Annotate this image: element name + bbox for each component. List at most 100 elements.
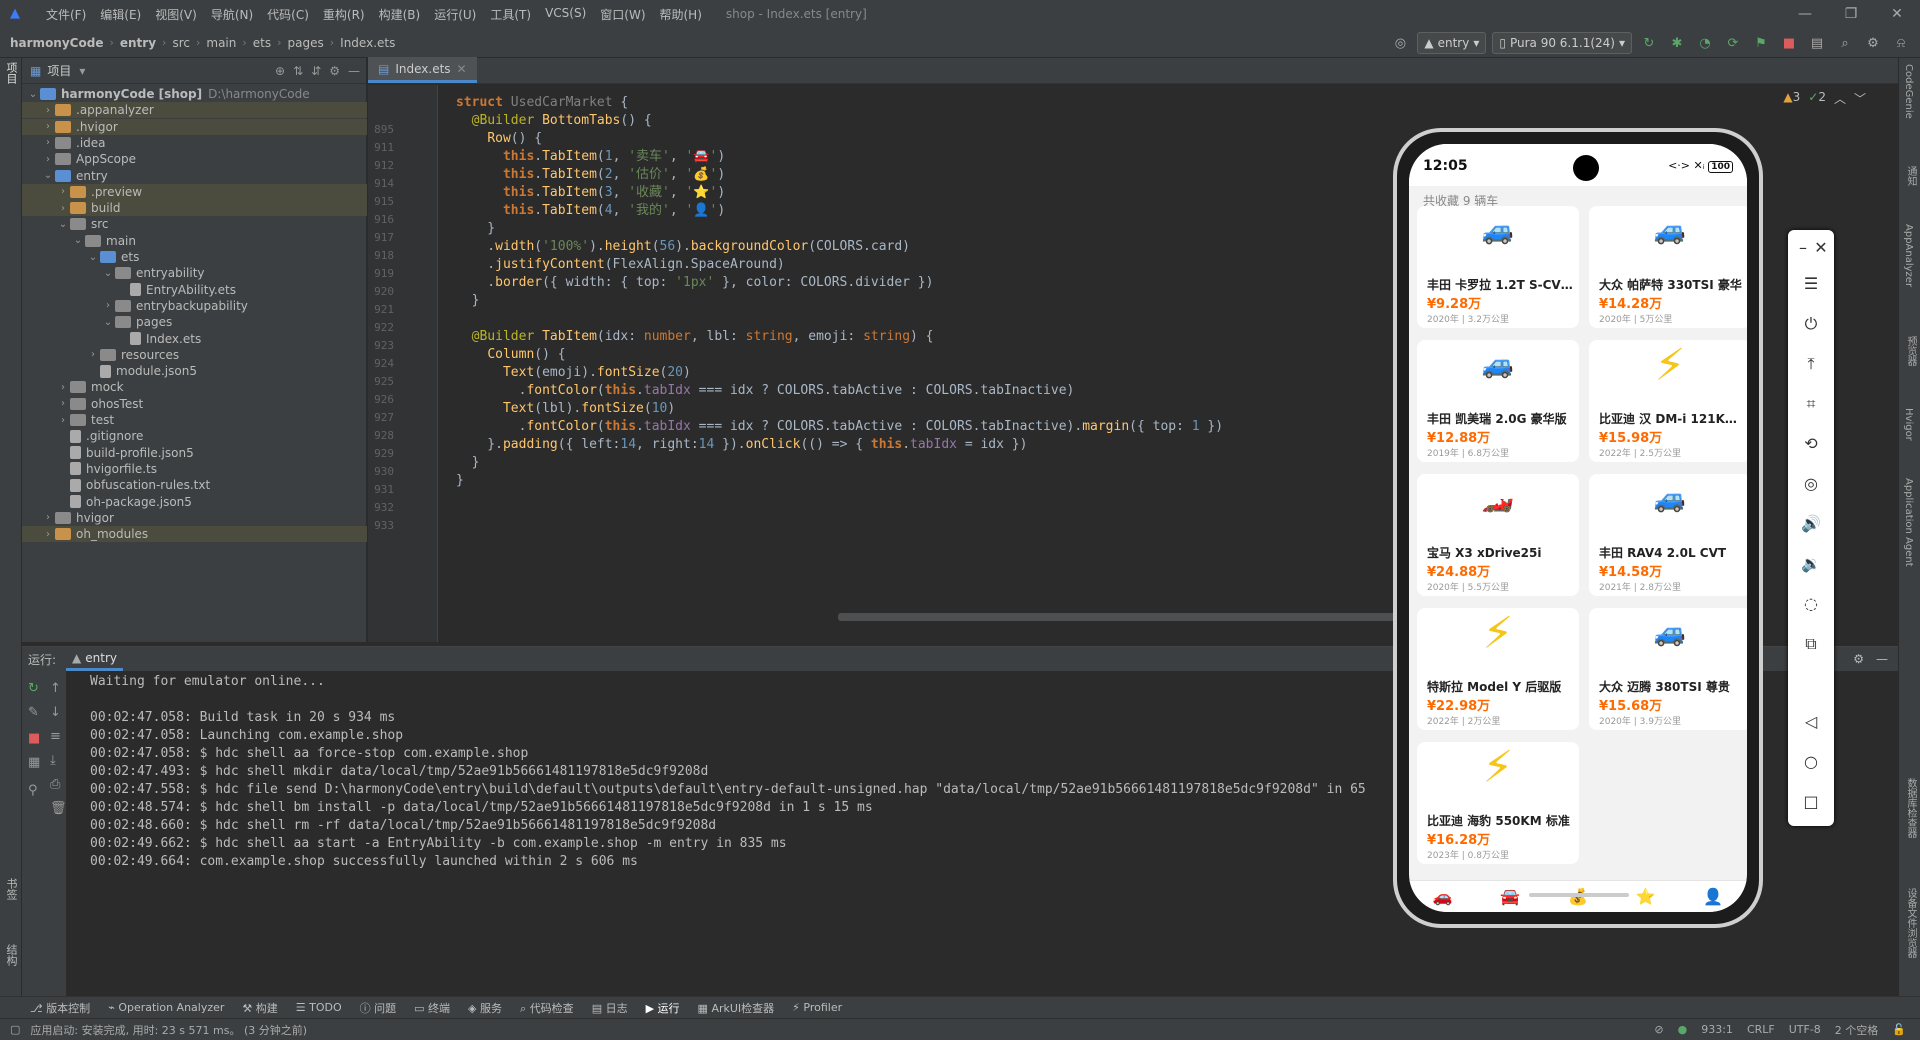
tree-item[interactable]: › hvigor — [22, 510, 367, 526]
inspection-widget[interactable]: ▲3 ✓2 ︿ ﹀ — [1783, 90, 1866, 107]
bottom-tab-code-check[interactable]: ⌕ 代码检查 — [520, 1000, 574, 1016]
module-selector[interactable]: ▲ entry ▾ — [1417, 32, 1487, 54]
rerun-icon[interactable]: ↻ — [1638, 32, 1660, 54]
target-icon[interactable]: ◎ — [1389, 32, 1411, 54]
chevron-down-icon[interactable]: ⌄ — [101, 317, 115, 328]
top-icon[interactable]: ⤒ — [1788, 354, 1834, 374]
status-panel-icon[interactable]: ▢ — [10, 1023, 20, 1036]
chevron-right-icon[interactable]: › — [41, 529, 55, 540]
tree-item[interactable]: › .hvigor — [22, 118, 367, 135]
layout-icon[interactable]: ▦ — [28, 755, 40, 770]
menu-item[interactable]: 工具(T) — [490, 6, 531, 23]
car-card[interactable]: ⚡ 比亚迪 海豹 550KM 标准 ¥16.28万 2023年 | 0.8万公里 — [1417, 742, 1579, 864]
bottom-tab-services[interactable]: ◈ 服务 — [468, 1000, 502, 1016]
rerun-icon[interactable]: ↻ — [28, 681, 39, 696]
tree-item[interactable]: › .preview — [22, 183, 367, 200]
close-icon[interactable]: ✕ — [1798, 238, 1844, 257]
trash-icon[interactable]: 🗑 — [50, 801, 67, 816]
tree-item[interactable]: module.json5 — [22, 363, 367, 379]
chevron-up-icon[interactable]: ︿ — [1834, 90, 1846, 107]
chevron-down-icon[interactable]: ⌄ — [86, 252, 100, 263]
breadcrumb-item[interactable]: Index.ets — [340, 36, 395, 50]
chevron-right-icon[interactable]: › — [56, 415, 70, 426]
bottom-tab-todo[interactable]: ☰ TODO — [296, 1001, 342, 1014]
menu-item[interactable]: VCS(S) — [545, 6, 586, 23]
car-card[interactable]: 🚙 大众 帕萨特 330TSI 豪华 ¥14.28万 2020年 | 5万公里 — [1589, 206, 1747, 328]
screenshot-icon[interactable]: ◎ — [1788, 474, 1834, 493]
account-icon[interactable]: ⍾ — [1890, 32, 1912, 54]
code-line[interactable]: this.TabItem(3, '收藏', '⭐') — [456, 184, 725, 202]
menu-item[interactable]: 代码(C) — [267, 6, 309, 23]
chevron-right-icon[interactable]: › — [41, 121, 55, 132]
weak-warning-count[interactable]: ✓2 — [1808, 90, 1826, 107]
menu-item[interactable]: 帮助(H) — [660, 6, 702, 23]
multi-screen-icon[interactable]: ⧉ — [1788, 634, 1834, 654]
tree-item[interactable]: obfuscation-rules.txt — [22, 477, 367, 493]
bottom-tab-log[interactable]: ▤ 日志 — [592, 1000, 628, 1016]
chevron-down-icon[interactable]: ⌄ — [56, 219, 70, 230]
tree-item[interactable]: › .idea — [22, 135, 367, 151]
line-separator[interactable]: CRLF — [1747, 1023, 1775, 1036]
phone-tab-icon[interactable]: 👤 — [1703, 887, 1723, 906]
warning-count[interactable]: ▲3 — [1783, 90, 1800, 107]
tree-item[interactable]: › .appanalyzer — [22, 102, 367, 119]
power-icon[interactable]: ⏻ — [1788, 314, 1834, 334]
file-encoding[interactable]: UTF-8 — [1789, 1023, 1821, 1036]
menu-item[interactable]: 编辑(E) — [100, 6, 141, 23]
tree-item[interactable]: hvigorfile.ts — [22, 461, 367, 477]
menu-item[interactable]: 窗口(W) — [600, 6, 645, 23]
bottom-tab-arkui-inspector[interactable]: ▦ ArkUI检查器 — [698, 1000, 775, 1016]
code-line[interactable]: struct UsedCarMarket { — [456, 94, 628, 112]
tree-item[interactable]: › test — [22, 412, 367, 428]
code-line[interactable]: }.padding({ left:14, right:14 }).onClick… — [456, 436, 1027, 454]
tree-item[interactable]: › entrybackupability — [22, 298, 367, 314]
wrench-icon[interactable]: ✎ — [28, 705, 39, 720]
emulator-screen[interactable]: 12:05 <·> ✕ᵢ 100 共收藏 9 辆车 🚙 丰田 卡罗拉 1.2T S… — [1409, 144, 1747, 912]
chevron-right-icon[interactable]: › — [56, 382, 70, 393]
breadcrumb-item[interactable]: harmonyCode — [10, 36, 103, 50]
previewer-tool-tab[interactable]: 预览器 — [1903, 336, 1918, 366]
breadcrumb-item[interactable]: src — [172, 36, 190, 50]
scroll-down-icon[interactable]: ↓ — [50, 705, 61, 720]
code-line[interactable]: .fontColor(this.tabIdx === idx ? COLORS.… — [456, 418, 1223, 436]
scroll-up-icon[interactable]: ↑ — [50, 681, 61, 696]
chevron-down-icon[interactable]: ﹀ — [1854, 90, 1866, 107]
tree-item[interactable]: ⌄ entryability — [22, 265, 367, 281]
minimize-window-icon[interactable]: — — [1782, 0, 1828, 28]
chevron-right-icon[interactable]: › — [41, 105, 55, 116]
code-line[interactable]: Text(emoji).fontSize(20) — [456, 364, 691, 382]
locate-icon[interactable]: ⊕ — [275, 64, 285, 78]
device-manager-icon[interactable]: ▤ — [1806, 32, 1828, 54]
device-file-browser-tool-tab[interactable]: 设备文件浏览器 — [1903, 888, 1918, 958]
volume-up-icon[interactable]: 🔊 — [1788, 514, 1834, 533]
bottom-tab-problems[interactable]: ⓘ 问题 — [360, 1000, 397, 1016]
hvigor-tool-tab[interactable]: Hvigor — [1903, 408, 1914, 441]
car-card[interactable]: 🚙 大众 迈腾 380TSI 尊贵 ¥15.68万 2020年 | 3.9万公里 — [1589, 608, 1747, 730]
pin-icon[interactable]: ⚲ — [28, 783, 38, 798]
editor-tab-index[interactable]: ▤ Index.ets ✕ — [368, 57, 477, 83]
shake-icon[interactable]: ◌ — [1788, 594, 1834, 613]
code-line[interactable]: Row() { — [456, 130, 542, 148]
tree-item[interactable]: Index.ets — [22, 331, 367, 347]
tree-item[interactable]: › resources — [22, 347, 367, 363]
code-line[interactable]: .border({ width: { top: '1px' }, color: … — [456, 274, 933, 292]
code-line[interactable]: .justifyContent(FlexAlign.SpaceAround) — [456, 256, 784, 274]
menu-item[interactable]: 运行(U) — [434, 6, 476, 23]
search-icon[interactable]: ⌕ — [1834, 32, 1856, 54]
code-line[interactable]: } — [456, 220, 495, 238]
chevron-down-icon[interactable]: ⌄ — [71, 235, 85, 246]
run-tab-entry[interactable]: ▲ entry — [66, 647, 124, 671]
chevron-right-icon[interactable]: › — [56, 398, 70, 409]
bottom-tab-build[interactable]: ⚒ 构建 — [242, 1000, 277, 1016]
chevron-right-icon[interactable]: › — [86, 349, 100, 360]
codegenie-tool-tab[interactable]: CodeGenie — [1903, 64, 1914, 119]
bottom-tab-run[interactable]: ▶ 运行 — [646, 1000, 680, 1016]
project-panel-title[interactable]: 项目 — [47, 62, 71, 79]
crop-icon[interactable]: ⌗ — [1788, 394, 1834, 414]
code-line[interactable]: } — [456, 454, 480, 472]
attach-debugger-icon[interactable]: ⚑ — [1750, 32, 1772, 54]
close-tab-icon[interactable]: ✕ — [457, 62, 467, 76]
bottom-tab-profiler[interactable]: ⚡ Profiler — [792, 1001, 842, 1014]
close-window-icon[interactable]: ✕ — [1874, 0, 1920, 28]
expand-all-icon[interactable]: ⇅ — [293, 64, 303, 78]
